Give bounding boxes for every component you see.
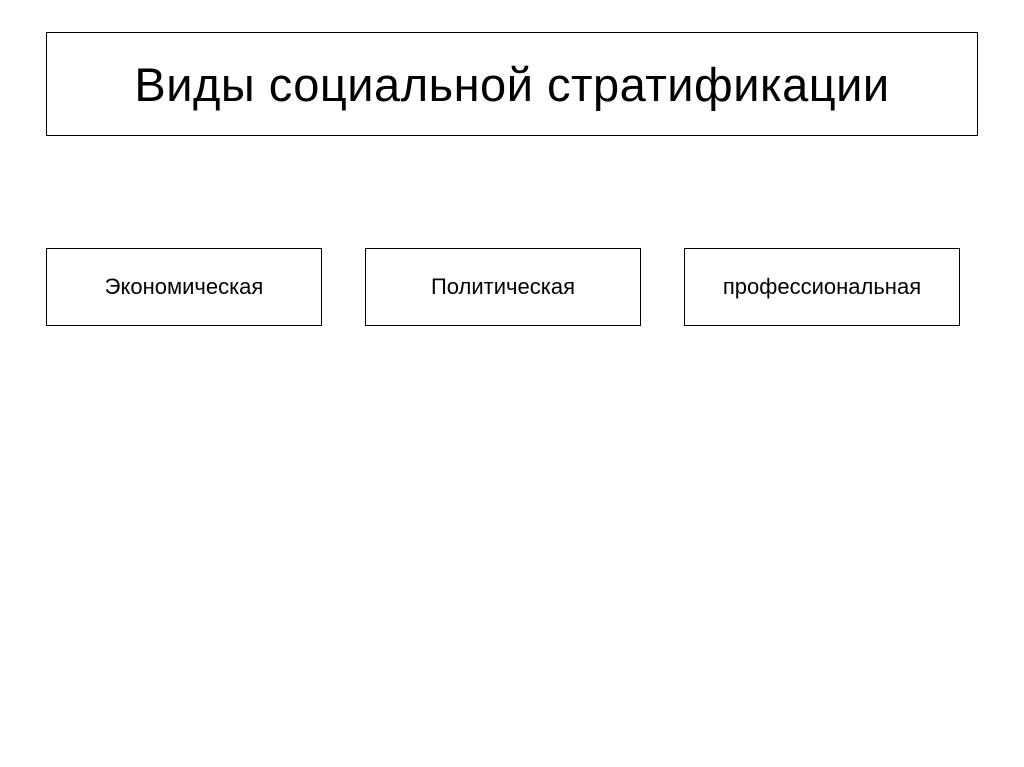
- category-box-economic: Экономическая: [46, 248, 322, 326]
- category-label: Экономическая: [105, 274, 264, 300]
- category-box-professional: профессиональная: [684, 248, 960, 326]
- category-label: профессиональная: [723, 274, 921, 300]
- page-title: Виды социальной стратификации: [134, 57, 889, 112]
- category-box-political: Политическая: [365, 248, 641, 326]
- title-box: Виды социальной стратификации: [46, 32, 978, 136]
- category-label: Политическая: [431, 274, 575, 300]
